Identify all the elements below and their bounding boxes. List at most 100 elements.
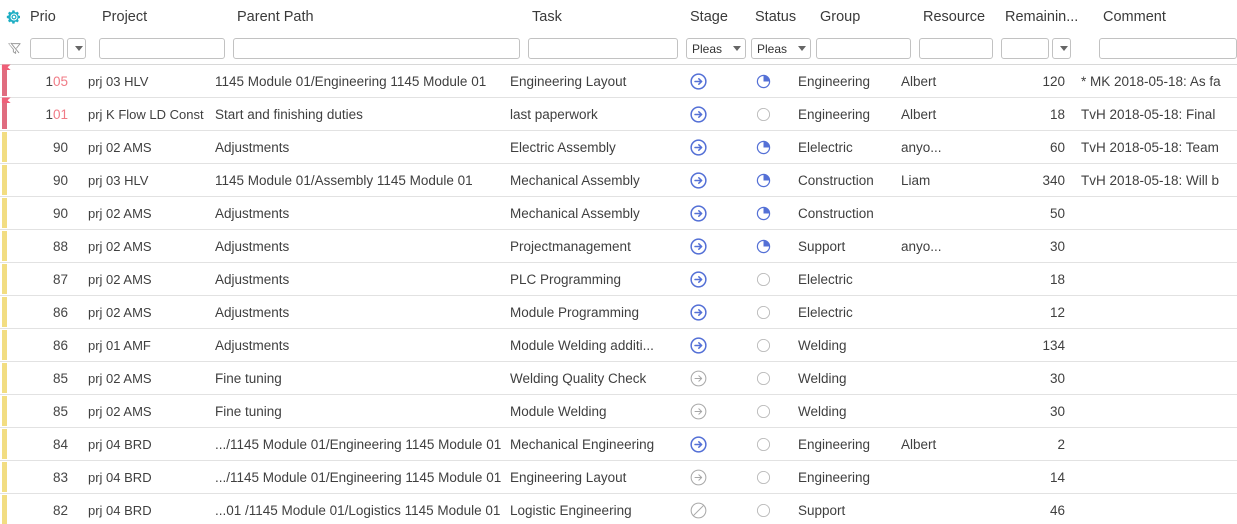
table-row[interactable]: 90prj 02 AMSAdjustmentsMechanical Assemb… [0, 197, 1237, 230]
cell-resource[interactable] [899, 494, 981, 524]
cell-project[interactable]: prj 02 AMS [78, 362, 213, 394]
cell-remaining[interactable]: 60 [981, 131, 1079, 163]
cell-task[interactable]: Welding Quality Check [508, 362, 666, 394]
cell-remaining[interactable]: 46 [981, 494, 1079, 524]
cell-status[interactable] [731, 461, 796, 493]
cell-resource[interactable] [899, 395, 981, 427]
cell-resource[interactable] [899, 197, 981, 229]
cell-parent-path[interactable]: Fine tuning [213, 395, 508, 427]
cell-stage[interactable] [666, 263, 731, 295]
table-row[interactable]: 86prj 01 AMFAdjustmentsModule Welding ad… [0, 329, 1237, 362]
cell-task[interactable]: last paperwork [508, 98, 666, 130]
cell-prio[interactable]: 105 [10, 65, 78, 97]
filter-remaining-dropdown-button[interactable] [1052, 38, 1071, 59]
cell-parent-path[interactable]: 1145 Module 01/Assembly 1145 Module 01 [213, 164, 508, 196]
cell-resource[interactable] [899, 362, 981, 394]
filter-stage-select[interactable]: Pleas [686, 38, 746, 59]
cell-parent-path[interactable]: 1145 Module 01/Engineering 1145 Module 0… [213, 65, 508, 97]
cell-project[interactable]: prj 01 AMF [78, 329, 213, 361]
cell-stage[interactable] [666, 197, 731, 229]
cell-group[interactable]: Engineering [796, 461, 899, 493]
filter-group-input[interactable] [816, 38, 911, 59]
filter-prio-dropdown-button[interactable] [67, 38, 86, 59]
cell-prio[interactable]: 86 [10, 296, 78, 328]
cell-resource[interactable]: Albert [899, 98, 981, 130]
column-header-prio[interactable]: Prio [28, 0, 96, 33]
cell-prio[interactable]: 83 [10, 461, 78, 493]
cell-remaining[interactable]: 50 [981, 197, 1079, 229]
cell-remaining[interactable]: 30 [981, 362, 1079, 394]
cell-remaining[interactable]: 18 [981, 98, 1079, 130]
cell-parent-path[interactable]: Adjustments [213, 197, 508, 229]
cell-resource[interactable]: Liam [899, 164, 981, 196]
cell-status[interactable] [731, 164, 796, 196]
table-row[interactable]: 85prj 02 AMSFine tuningModule WeldingWel… [0, 395, 1237, 428]
cell-remaining[interactable]: 2 [981, 428, 1079, 460]
cell-resource[interactable]: anyo... [899, 131, 981, 163]
cell-resource[interactable]: anyo... [899, 230, 981, 262]
cell-group[interactable]: Engineering [796, 428, 899, 460]
cell-project[interactable]: prj K Flow LD Const [78, 98, 213, 130]
cell-status[interactable] [731, 131, 796, 163]
cell-prio[interactable]: 90 [10, 131, 78, 163]
cell-resource[interactable] [899, 329, 981, 361]
cell-comment[interactable] [1079, 230, 1237, 262]
cell-group[interactable]: Support [796, 494, 899, 524]
cell-status[interactable] [731, 98, 796, 130]
cell-parent-path[interactable]: Adjustments [213, 329, 508, 361]
cell-project[interactable]: prj 04 BRD [78, 428, 213, 460]
cell-project[interactable]: prj 04 BRD [78, 494, 213, 524]
column-header-project[interactable]: Project [96, 0, 231, 33]
cell-parent-path[interactable]: Adjustments [213, 296, 508, 328]
cell-prio[interactable]: 84 [10, 428, 78, 460]
cell-remaining[interactable]: 340 [981, 164, 1079, 196]
cell-task[interactable]: Mechanical Assembly [508, 164, 666, 196]
column-header-stage[interactable]: Stage [684, 0, 749, 33]
cell-remaining[interactable]: 30 [981, 395, 1079, 427]
cell-prio[interactable]: 85 [10, 395, 78, 427]
cell-stage[interactable] [666, 395, 731, 427]
cell-task[interactable]: Logistic Engineering [508, 494, 666, 524]
cell-task[interactable]: Projectmanagement [508, 230, 666, 262]
cell-stage[interactable] [666, 362, 731, 394]
cell-comment[interactable] [1079, 296, 1237, 328]
cell-status[interactable] [731, 329, 796, 361]
cell-remaining[interactable]: 18 [981, 263, 1079, 295]
column-header-parent-path[interactable]: Parent Path [231, 0, 526, 33]
grid-settings-button[interactable] [0, 0, 28, 33]
cell-status[interactable] [731, 296, 796, 328]
filter-resource-input[interactable] [919, 38, 993, 59]
cell-status[interactable] [731, 362, 796, 394]
cell-stage[interactable] [666, 329, 731, 361]
filter-prio-input[interactable] [30, 38, 64, 59]
cell-stage[interactable] [666, 65, 731, 97]
cell-status[interactable] [731, 428, 796, 460]
cell-remaining[interactable]: 12 [981, 296, 1079, 328]
cell-resource[interactable] [899, 263, 981, 295]
cell-status[interactable] [731, 395, 796, 427]
cell-comment[interactable] [1079, 461, 1237, 493]
cell-prio[interactable]: 90 [10, 197, 78, 229]
cell-project[interactable]: prj 04 BRD [78, 461, 213, 493]
cell-status[interactable] [731, 65, 796, 97]
cell-group[interactable]: Construction [796, 197, 899, 229]
cell-comment[interactable] [1079, 494, 1237, 524]
cell-comment[interactable] [1079, 329, 1237, 361]
cell-prio[interactable]: 85 [10, 362, 78, 394]
cell-parent-path[interactable]: .../1145 Module 01/Engineering 1145 Modu… [213, 461, 508, 493]
cell-group[interactable]: Engineering [796, 98, 899, 130]
cell-parent-path[interactable]: Adjustments [213, 131, 508, 163]
table-row[interactable]: 101prj K Flow LD ConstStart and finishin… [0, 98, 1237, 131]
cell-prio[interactable]: 82 [10, 494, 78, 524]
clear-filters-button[interactable] [0, 33, 28, 64]
cell-status[interactable] [731, 263, 796, 295]
cell-task[interactable]: Module Programming [508, 296, 666, 328]
cell-project[interactable]: prj 02 AMS [78, 230, 213, 262]
cell-comment[interactable]: TvH 2018-05-18: Will b [1079, 164, 1237, 196]
cell-task[interactable]: Mechanical Engineering [508, 428, 666, 460]
table-row[interactable]: 105prj 03 HLV1145 Module 01/Engineering … [0, 65, 1237, 98]
cell-project[interactable]: prj 02 AMS [78, 131, 213, 163]
column-header-status[interactable]: Status [749, 0, 814, 33]
cell-stage[interactable] [666, 461, 731, 493]
column-header-remaining[interactable]: Remainin... [999, 0, 1097, 33]
